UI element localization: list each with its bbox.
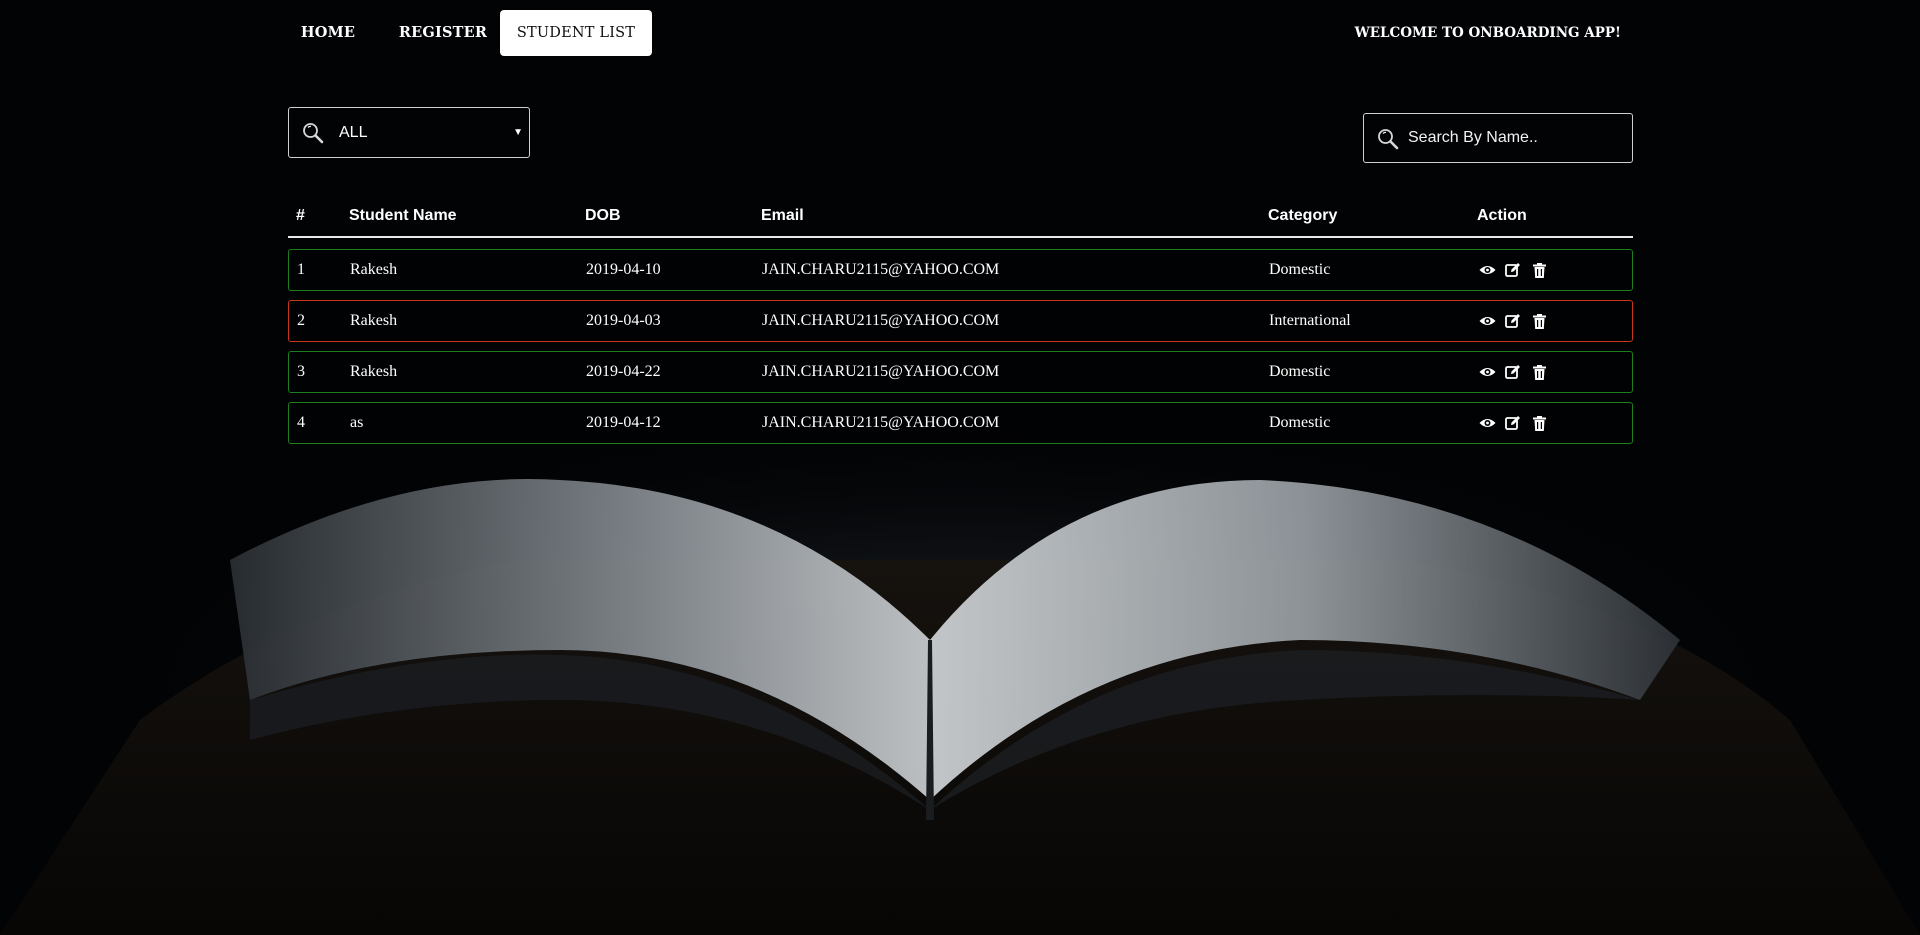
table-row: 3 Rakesh 2019-04-22 JAIN.CHARU2115@YAHOO… (288, 351, 1633, 393)
header-dob: DOB (585, 207, 621, 224)
header-email: Email (761, 207, 804, 224)
search-name-input[interactable] (1408, 114, 1624, 162)
search-icon (1378, 129, 1399, 150)
search-icon (303, 123, 324, 144)
table-row: 1 Rakesh 2019-04-10 JAIN.CHARU2115@YAHOO… (288, 249, 1633, 291)
filter-selected-value: ALL (339, 124, 368, 141)
edit-icon[interactable] (1504, 312, 1522, 330)
trash-icon[interactable] (1530, 312, 1548, 330)
header-student-name: Student Name (349, 207, 457, 224)
cell-student-name: Rakesh (350, 312, 398, 329)
cell-email: JAIN.CHARU2115@YAHOO.COM (762, 312, 1000, 329)
eye-icon[interactable] (1478, 261, 1496, 279)
trash-icon[interactable] (1530, 261, 1548, 279)
row-actions (1478, 250, 1548, 290)
edit-icon[interactable] (1504, 414, 1522, 432)
cell-index: 3 (297, 363, 305, 380)
row-actions (1478, 301, 1548, 341)
cell-dob: 2019-04-03 (586, 312, 661, 329)
cell-category: Domestic (1269, 414, 1331, 431)
cell-student-name: Rakesh (350, 363, 398, 380)
header-category: Category (1268, 207, 1338, 224)
cell-index: 2 (297, 312, 305, 329)
table-header: # Student Name DOB Email Category Action (288, 200, 1633, 238)
cell-email: JAIN.CHARU2115@YAHOO.COM (762, 414, 1000, 431)
eye-icon[interactable] (1478, 363, 1496, 381)
cell-student-name: Rakesh (350, 261, 398, 278)
cell-student-name: as (350, 414, 364, 431)
eye-icon[interactable] (1478, 414, 1496, 432)
welcome-message: WELCOME TO ONBOARDING APP! (1354, 25, 1621, 41)
trash-icon[interactable] (1530, 363, 1548, 381)
cell-dob: 2019-04-10 (586, 261, 661, 278)
table-row: 4 as 2019-04-12 JAIN.CHARU2115@YAHOO.COM… (288, 402, 1633, 444)
cell-category: Domestic (1269, 261, 1331, 278)
cell-category: International (1269, 312, 1351, 329)
cell-index: 4 (297, 414, 305, 431)
nav-home-link[interactable]: HOME (298, 10, 358, 56)
cell-dob: 2019-04-22 (586, 363, 661, 380)
row-actions (1478, 352, 1548, 392)
page-container: HOME REGISTER STUDENT LIST WELCOME TO ON… (288, 0, 1633, 935)
search-box (1363, 113, 1633, 163)
category-filter-select[interactable]: ALL ▼ (288, 107, 530, 158)
chevron-down-icon: ▼ (513, 127, 523, 138)
cell-index: 1 (297, 261, 305, 278)
cell-category: Domestic (1269, 363, 1331, 380)
cell-email: JAIN.CHARU2115@YAHOO.COM (762, 363, 1000, 380)
cell-dob: 2019-04-12 (586, 414, 661, 431)
edit-icon[interactable] (1504, 363, 1522, 381)
cell-email: JAIN.CHARU2115@YAHOO.COM (762, 261, 1000, 278)
table-row: 2 Rakesh 2019-04-03 JAIN.CHARU2115@YAHOO… (288, 300, 1633, 342)
top-nav: HOME REGISTER STUDENT LIST WELCOME TO ON… (288, 10, 1633, 56)
edit-icon[interactable] (1504, 261, 1522, 279)
row-actions (1478, 403, 1548, 443)
eye-icon[interactable] (1478, 312, 1496, 330)
nav-student-list-tab[interactable]: STUDENT LIST (500, 10, 652, 56)
trash-icon[interactable] (1530, 414, 1548, 432)
header-action: Action (1477, 207, 1527, 224)
header-index: # (296, 207, 305, 224)
nav-register-link[interactable]: REGISTER (392, 10, 494, 56)
